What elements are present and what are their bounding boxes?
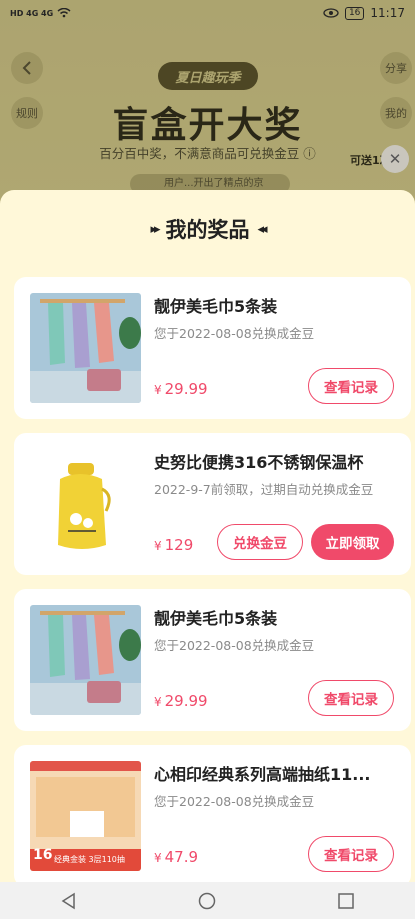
nav-home-icon[interactable] [198, 892, 216, 910]
prize-status: 您于2022-08-08兑换成金豆 [154, 326, 315, 341]
prize-status: 您于2022-08-08兑换成金豆 [154, 638, 315, 653]
price-value: 29.99 [164, 380, 208, 398]
close-button[interactable]: ✕ [381, 145, 409, 173]
currency-symbol: ¥ [154, 851, 162, 865]
close-icon: ✕ [388, 150, 402, 168]
pack-band-text: 经典金装 3层110抽 [54, 855, 125, 864]
currency-symbol: ¥ [154, 695, 162, 709]
price-value: 47.9 [164, 848, 199, 866]
view-record-button[interactable]: 查看记录 [308, 836, 394, 872]
prize-name: 心相印经典系列高端抽纸11... [154, 765, 371, 784]
prize-name: 史努比便携316不锈钢保温杯 [154, 453, 364, 472]
currency-symbol: ¥ [154, 539, 162, 553]
double-arrow-right-icon: ▸▸ [150, 221, 160, 237]
thermos-image [30, 449, 141, 559]
prize-status: 您于2022-08-08兑换成金豆 [154, 794, 315, 809]
exchange-beans-button[interactable]: 兑换金豆 [217, 524, 303, 560]
prize-card: 靓伊美毛巾5条装 您于2022-08-08兑换成金豆 ¥29.99 查看记录 [14, 589, 411, 731]
towel-image [30, 293, 141, 403]
nav-back-icon[interactable] [60, 892, 78, 910]
tissue-image: 16 经典金装 3层110抽 [30, 761, 141, 871]
prize-card: 16 经典金装 3层110抽 心相印经典系列高端抽纸11... 您于2022-0… [14, 745, 411, 887]
prize-status: 2022-9-7前领取，过期自动兑换成金豆 [154, 482, 374, 497]
double-arrow-left-icon: ◂◂ [257, 221, 268, 237]
price-value: 129 [164, 536, 194, 554]
prize-name: 靓伊美毛巾5条装 [154, 297, 278, 316]
sheet-title: 我的奖品 [165, 218, 250, 242]
currency-symbol: ¥ [154, 383, 162, 397]
prize-price: ¥29.99 [154, 692, 208, 710]
prize-price: ¥29.99 [154, 380, 208, 398]
prizes-sheet: ▸▸ 我的奖品 ◂◂ 靓伊美毛巾5条装 您于2022-08-08兑换成金豆 ¥2… [0, 190, 415, 919]
system-nav-bar [0, 882, 415, 919]
prize-price: ¥129 [154, 536, 193, 554]
view-record-button[interactable]: 查看记录 [308, 680, 394, 716]
price-value: 29.99 [164, 692, 208, 710]
prize-price: ¥47.9 [154, 848, 198, 866]
towel-image [30, 605, 141, 715]
claim-now-button[interactable]: 立即领取 [311, 524, 394, 560]
view-record-button[interactable]: 查看记录 [308, 368, 394, 404]
nav-recents-icon[interactable] [337, 892, 355, 910]
prize-card: 史努比便携316不锈钢保温杯 2022-9-7前领取，过期自动兑换成金豆 ¥12… [14, 433, 411, 575]
sheet-title-row: ▸▸ 我的奖品 ◂◂ [0, 214, 415, 244]
pack-count-badge: 16 [33, 847, 53, 863]
prize-name: 靓伊美毛巾5条装 [154, 609, 278, 628]
prize-card: 靓伊美毛巾5条装 您于2022-08-08兑换成金豆 ¥29.99 查看记录 [14, 277, 411, 419]
